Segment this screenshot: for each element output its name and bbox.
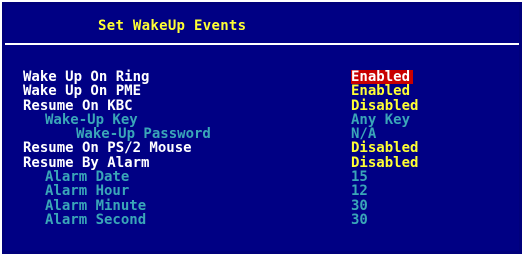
setting-label: Alarm Hour: [45, 183, 130, 200]
title-bar: Set WakeUp Events: [5, 5, 519, 45]
setting-alarm-minute: Alarm Minute 30: [5, 199, 519, 213]
setting-label: Alarm Date: [45, 169, 130, 186]
setting-value: 12: [351, 183, 368, 200]
setting-value[interactable]: Enabled: [351, 70, 414, 84]
setting-alarm-second: Alarm Second 30: [5, 213, 519, 227]
setting-label: Wake-Up Key: [45, 111, 138, 128]
setting-label: Wake Up On PME: [23, 83, 142, 100]
setting-label: Resume By Alarm: [23, 154, 150, 171]
bios-panel: Set WakeUp Events Wake Up On Ring Enable…: [2, 2, 522, 254]
setting-label: Resume On KBC: [23, 97, 133, 114]
settings-list: Wake Up On Ring Enabled Wake Up On PME E…: [5, 70, 519, 227]
setting-resume-on-kbc[interactable]: Resume On KBC Disabled: [5, 99, 519, 113]
setting-resume-on-ps2-mouse[interactable]: Resume On PS/2 Mouse Disabled: [5, 141, 519, 155]
setting-resume-by-alarm[interactable]: Resume By Alarm Disabled: [5, 156, 519, 170]
setting-value[interactable]: Enabled: [351, 84, 410, 98]
setting-label: Wake-Up Password: [76, 126, 211, 143]
setting-value: 30: [351, 197, 368, 214]
bios-screen: Set WakeUp Events Wake Up On Ring Enable…: [0, 0, 523, 254]
setting-label: Alarm Minute: [45, 197, 147, 214]
setting-wake-up-on-pme[interactable]: Wake Up On PME Enabled: [5, 84, 519, 98]
page-title: Set WakeUp Events: [98, 18, 247, 34]
setting-value: N/A: [351, 126, 377, 143]
setting-value: 30: [351, 211, 368, 228]
setting-value[interactable]: Disabled: [351, 156, 418, 170]
setting-value[interactable]: Disabled: [351, 141, 418, 155]
setting-label: Wake Up On Ring: [23, 69, 150, 85]
setting-label: Alarm Second: [45, 211, 147, 228]
setting-label: Resume On PS/2 Mouse: [23, 140, 192, 157]
setting-wake-up-key: Wake-Up Key Any Key: [5, 113, 519, 127]
setting-wake-up-password: Wake-Up Password N/A: [5, 127, 519, 141]
setting-alarm-date: Alarm Date 15: [5, 170, 519, 184]
setting-value[interactable]: Disabled: [351, 99, 418, 113]
setting-value: 15: [351, 169, 368, 186]
setting-alarm-hour: Alarm Hour 12: [5, 184, 519, 198]
setting-value: Any Key: [351, 111, 411, 128]
setting-wake-up-on-ring[interactable]: Wake Up On Ring Enabled: [5, 70, 519, 84]
